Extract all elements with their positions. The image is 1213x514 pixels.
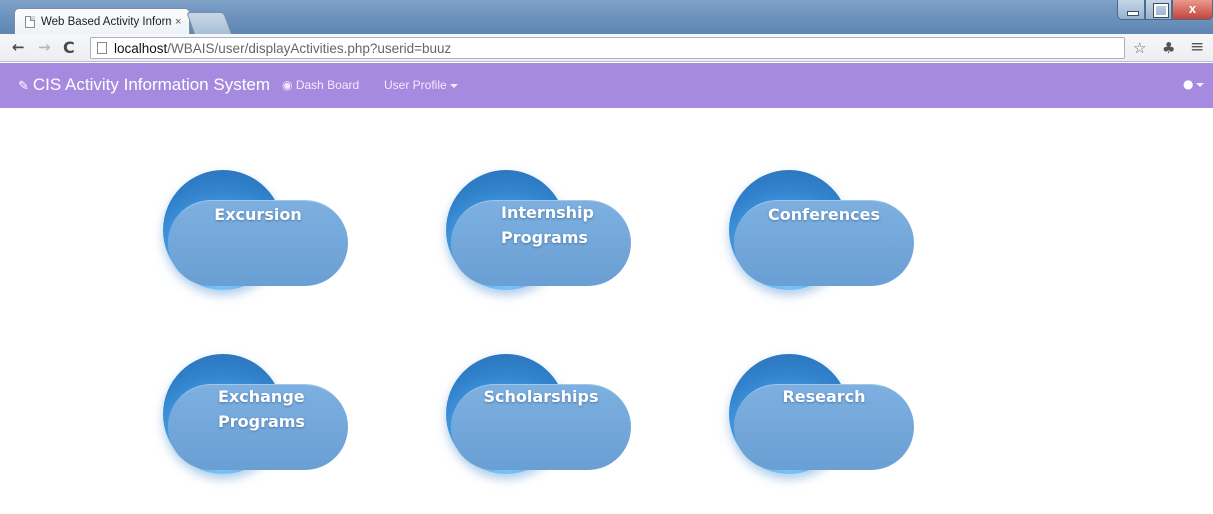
page-icon [25,16,35,28]
activity-label: Conferences [768,205,880,224]
browser-menu-icon[interactable]: ≡ [1190,37,1204,57]
user-profile-label: User Profile [384,78,447,92]
browser-titlebar: Web Based Activity Inform × x [0,0,1213,35]
brand-link[interactable]: ✎ CIS Activity Information System [18,75,270,95]
pencil-icon: ✎ [18,78,29,93]
activity-label: Research [782,387,866,406]
window-close-button[interactable]: x [1172,0,1213,20]
activity-label: Internship Programs [501,203,594,247]
user-account-dropdown[interactable]: ● [1183,77,1205,91]
new-tab-button[interactable] [185,12,233,34]
activity-tile-research[interactable]: Research [729,354,919,514]
activity-tile-exchange-programs[interactable]: Exchange Programs [163,354,353,514]
nav-dashboard-link[interactable]: ◉ Dash Board [282,78,359,92]
brand-title: CIS Activity Information System [32,75,271,94]
url-path: /WBAIS/user/displayActivities.php?userid… [167,40,452,56]
activity-tile-internship-programs[interactable]: Internship Programs [446,170,636,330]
reload-icon[interactable]: C [63,38,75,57]
window-maximize-button[interactable] [1145,0,1172,20]
page-icon [97,42,107,54]
caret-down-icon [1196,82,1205,87]
url-host: localhost [114,40,168,56]
back-arrow-icon[interactable]: ← [12,38,25,56]
extension-puzzle-icon[interactable]: ♣ [1162,39,1175,57]
forward-arrow-icon[interactable]: → [38,38,51,56]
bookmark-star-icon[interactable]: ☆ [1133,39,1146,57]
tab-close-icon[interactable]: × [175,16,181,28]
browser-tab[interactable]: Web Based Activity Inform × [14,8,190,35]
user-icon: ● [1183,77,1194,91]
activity-tile-conferences[interactable]: Conferences [729,170,919,330]
dashboard-label: Dash Board [295,78,360,92]
activity-label: Excursion [214,205,302,224]
dashboard-icon: ◉ [282,78,296,92]
app-navbar: ✎ CIS Activity Information System ◉ Dash … [0,63,1213,108]
address-bar[interactable]: localhost/WBAIS/user/displayActivities.p… [90,37,1125,59]
activity-tile-scholarships[interactable]: Scholarships [446,354,636,514]
tab-title: Web Based Activity Inform [41,16,171,28]
nav-user-profile-dropdown[interactable]: User Profile [384,78,458,92]
window-minimize-button[interactable] [1117,0,1145,20]
activity-label: Exchange Programs [218,387,305,431]
browser-toolbar: ← → C localhost/WBAIS/user/displayActivi… [0,34,1213,62]
activity-label: Scholarships [483,387,599,406]
caret-down-icon [449,83,458,88]
activity-tile-excursion[interactable]: Excursion [163,170,353,330]
